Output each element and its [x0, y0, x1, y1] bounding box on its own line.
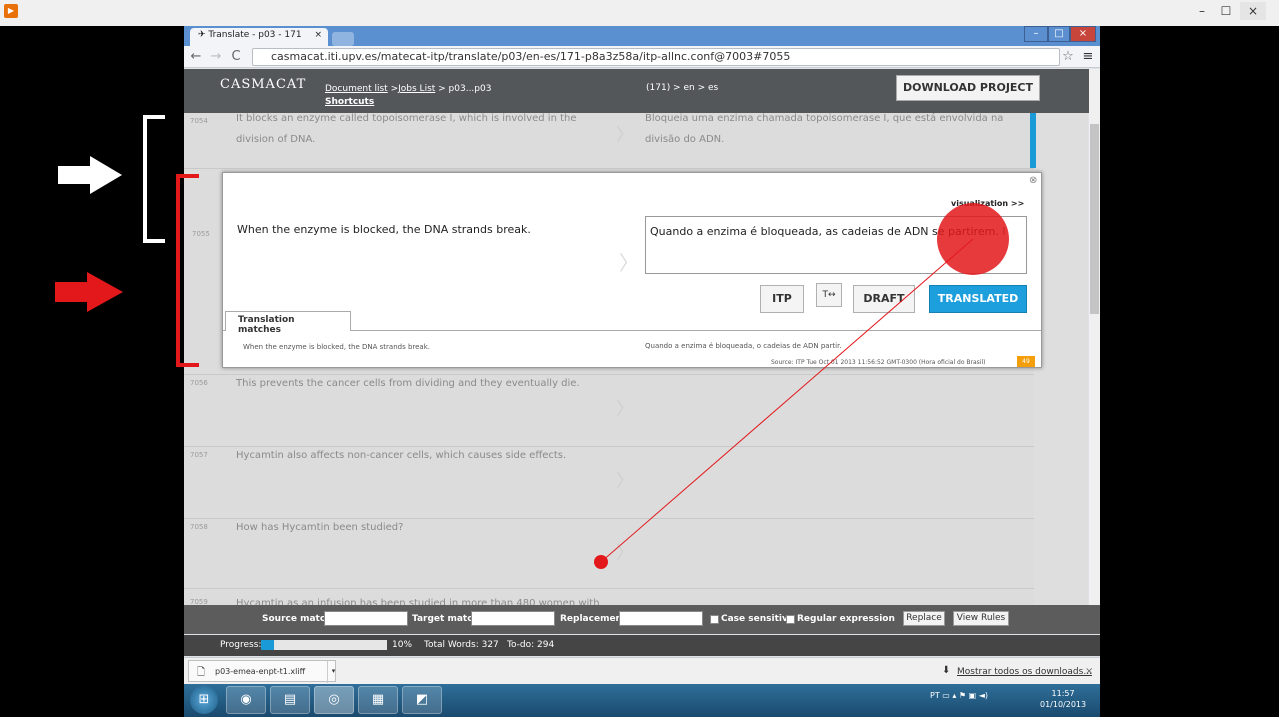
gaze-trail-line [600, 238, 974, 563]
annotation-overlay [55, 115, 1009, 569]
gaze-fixation-circle [937, 203, 1009, 275]
gaze-start-dot [594, 555, 608, 569]
white-bracket [143, 115, 165, 243]
red-bracket [176, 174, 199, 367]
white-arrow-icon [58, 156, 122, 194]
red-arrow-icon [55, 272, 123, 312]
